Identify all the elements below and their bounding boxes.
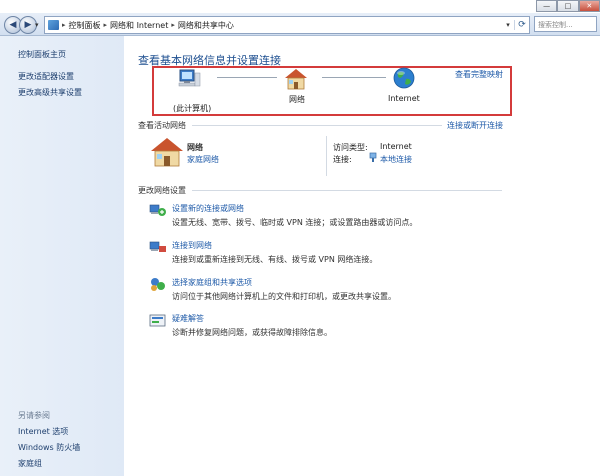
troubleshoot-icon [149, 314, 166, 327]
sidebar-item-advanced-sharing-settings[interactable]: 更改高级共享设置 [18, 87, 82, 98]
divider [192, 125, 442, 126]
sidebar-item-homegroup[interactable]: 家庭组 [18, 458, 42, 469]
window-controls: — □ ✕ [536, 0, 600, 12]
troubleshoot-desc: 诊断并修复网络问题，或获得故障排除信息。 [172, 328, 332, 337]
homegroup-sharing-desc: 访问位于其他网络计算机上的文件和打印机，或更改共享设置。 [172, 292, 396, 301]
ethernet-icon [369, 152, 377, 162]
troubleshoot-link[interactable]: 疑难解答 [172, 313, 204, 324]
setup-new-connection-link[interactable]: 设置新的连接或网络 [172, 203, 244, 214]
homegroup-sharing-icon [151, 278, 165, 291]
sidebar-item-internet-options[interactable]: Internet 选项 [18, 426, 68, 437]
connect-to-network-desc: 连接到或重新连接到无线、有线、拨号或 VPN 网络连接。 [172, 255, 378, 264]
address-dropdown-icon[interactable]: ▾ [502, 21, 514, 29]
computer-icon[interactable] [176, 68, 202, 92]
local-connection-link[interactable]: 本地连接 [380, 154, 412, 165]
new-connection-icon [149, 204, 166, 216]
computer-label: (此计算机) [173, 104, 212, 113]
address-bar[interactable]: ▸ 控制面板 ▸ 网络和 Internet ▸ 网络和共享中心 ▾ ⟳ [44, 16, 530, 34]
main-content: 查看基本网络信息并设置连接 (此计算机) 网络 Internet 查看完整映射 … [124, 36, 600, 476]
access-type-value: Internet [380, 142, 412, 151]
network-label: 网络 [289, 95, 305, 104]
setup-new-connection-desc: 设置无线、宽带、拨号、临时或 VPN 连接；或设置路由器或访问点。 [172, 218, 418, 227]
sidebar-item-change-adapter-settings[interactable]: 更改适配器设置 [18, 71, 74, 82]
chevron-right-icon[interactable]: ▸ [62, 21, 66, 29]
sidebar-item-control-panel-home[interactable]: 控制面板主页 [18, 49, 66, 60]
homegroup-sharing-link[interactable]: 选择家庭组和共享选项 [172, 277, 252, 288]
control-panel-icon [48, 20, 59, 30]
refresh-icon[interactable]: ⟳ [514, 20, 529, 30]
minimize-button[interactable]: — [536, 0, 558, 12]
change-settings-heading: 更改网络设置 [138, 186, 186, 195]
connection-line [217, 77, 277, 78]
internet-globe-icon[interactable] [393, 67, 415, 89]
chevron-right-icon[interactable]: ▸ [171, 21, 175, 29]
divider [326, 136, 327, 176]
access-type-label: 访问类型: [333, 143, 368, 152]
connect-disconnect-link[interactable]: 连接或断开连接 [447, 120, 503, 131]
connect-to-network-icon [149, 241, 166, 252]
home-network-icon [151, 138, 183, 167]
breadcrumb-network-internet[interactable]: 网络和 Internet [110, 20, 168, 31]
breadcrumb-control-panel[interactable]: 控制面板 [69, 20, 101, 31]
network-name: 网络 [187, 143, 203, 152]
internet-label: Internet [388, 94, 420, 103]
connection-line [322, 77, 386, 78]
connections-label: 连接: [333, 155, 352, 164]
search-input[interactable]: 搜索控制... [534, 16, 597, 32]
see-full-map-link[interactable]: 查看完整映射 [455, 69, 503, 80]
sidebar: 控制面板主页 更改适配器设置 更改高级共享设置 另请参阅 Internet 选项… [0, 36, 124, 476]
recent-pages-dropdown-icon[interactable]: ▾ [35, 21, 39, 29]
chevron-right-icon[interactable]: ▸ [104, 21, 108, 29]
network-type-link[interactable]: 家庭网络 [187, 154, 219, 165]
connect-to-network-link[interactable]: 连接到网络 [172, 240, 212, 251]
sidebar-item-windows-firewall[interactable]: Windows 防火墙 [18, 442, 80, 453]
breadcrumb-network-sharing-center[interactable]: 网络和共享中心 [178, 20, 234, 31]
close-button[interactable]: ✕ [578, 0, 600, 12]
maximize-button[interactable]: □ [557, 0, 579, 12]
divider [192, 190, 502, 191]
see-also-heading: 另请参阅 [18, 411, 50, 420]
home-network-icon[interactable] [284, 68, 308, 90]
active-networks-heading: 查看活动网络 [138, 121, 186, 130]
navigation-toolbar: ◀ ▶ ▾ ▸ 控制面板 ▸ 网络和 Internet ▸ 网络和共享中心 ▾ … [0, 13, 600, 36]
